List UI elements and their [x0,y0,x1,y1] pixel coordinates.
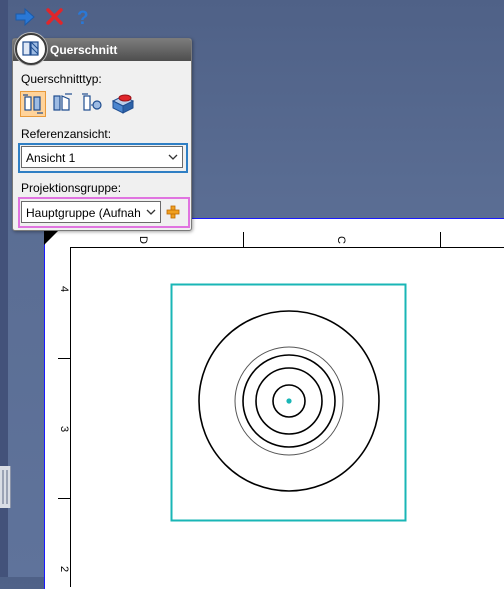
arrow-right-icon [15,7,35,27]
panel-title: Querschnitt [50,43,118,57]
zone-tick [58,498,70,499]
sheet-corner-marker [44,229,60,245]
help-icon: ? [77,8,89,29]
offset-section-button[interactable] [80,91,104,115]
reference-view-value: Ansicht 1 [26,151,76,165]
zone-number-2: 2 [58,565,71,573]
zone-border-top [70,247,504,248]
center-point[interactable] [286,398,292,404]
section-view-icon [15,33,47,65]
zone-letter-c: C [334,236,347,244]
section-type-label: Querschnitttyp: [21,72,102,86]
half-section-icon [53,93,72,111]
zone-letter-d: D [136,236,149,244]
zone-border-left [70,247,71,587]
svg-text:?: ? [77,8,89,28]
full-section-icon [23,94,43,114]
zone-number-4: 4 [58,285,71,293]
chevron-down-icon [168,154,178,160]
zone-tick [243,232,244,247]
half-section-button[interactable] [50,91,74,115]
drawing-view[interactable] [170,283,408,523]
panel-header: Querschnitt [13,33,191,65]
add-projection-group-button[interactable] [164,203,182,221]
projection-group-label: Projektionsgruppe: [21,181,122,195]
broken-out-section-icon [111,94,135,114]
reference-view-select[interactable]: Ansicht 1 [21,146,183,168]
add-icon [166,205,180,219]
section-view-panel: Querschnitt Querschnitttyp: Referenzansi… [12,33,192,231]
reference-view-label: Referenzansicht: [21,127,112,141]
chevron-down-icon [146,209,156,215]
help-button[interactable]: ? [72,6,94,29]
zone-tick [58,358,70,359]
ok-button[interactable] [14,6,36,28]
offset-section-icon [82,93,102,111]
cancel-button[interactable] [44,6,66,28]
zone-tick [440,232,441,247]
projection-group-value: Hauptgruppe (Aufnah [26,206,141,220]
close-icon [46,8,63,25]
broken-out-section-button[interactable] [110,91,135,115]
full-section-button[interactable] [20,91,46,117]
zone-number-3: 3 [58,425,71,433]
panel-splitter[interactable] [0,466,11,508]
projection-group-select[interactable]: Hauptgruppe (Aufnah [21,201,161,223]
